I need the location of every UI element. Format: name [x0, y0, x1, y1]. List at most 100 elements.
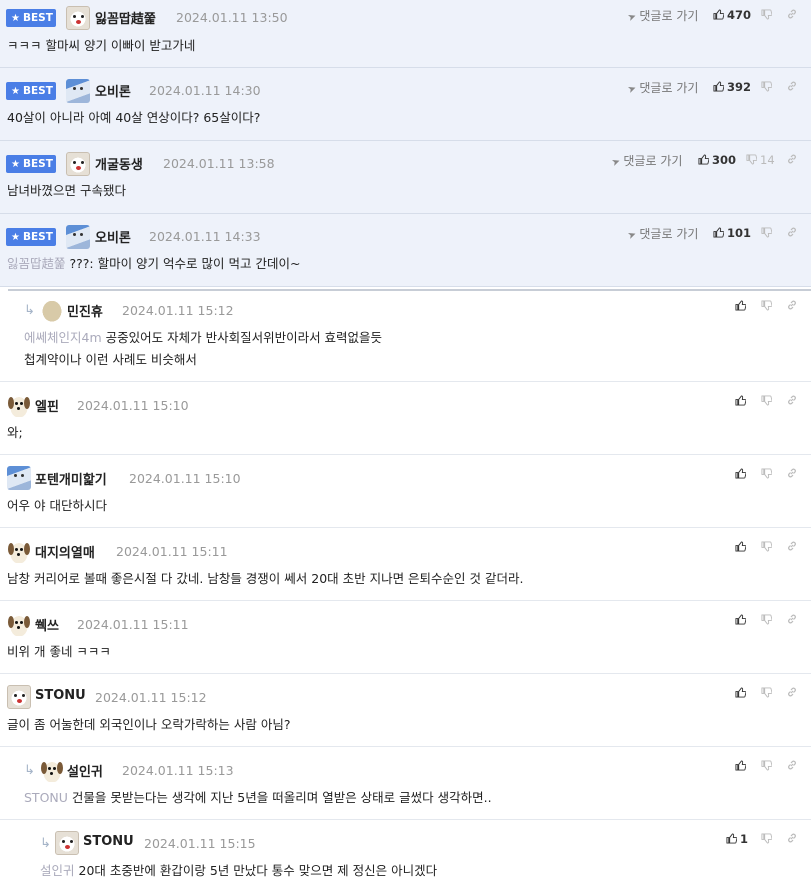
- downvote-button[interactable]: [760, 299, 775, 313]
- reply-arrow-icon: ↳: [24, 763, 35, 778]
- link-icon[interactable]: [786, 540, 798, 555]
- timestamp: 2024.01.11 15:12: [95, 690, 207, 705]
- nickname[interactable]: 엘핀: [35, 396, 59, 415]
- nickname[interactable]: 민진휴: [67, 301, 103, 320]
- nickname[interactable]: 개굴동생: [95, 154, 143, 173]
- downvote-button[interactable]: [760, 613, 775, 627]
- nickname[interactable]: STONU: [83, 834, 134, 849]
- nickname[interactable]: 오비론: [95, 227, 131, 246]
- nickname[interactable]: 포텐개미핥기: [35, 469, 107, 488]
- thumbs-down-icon: [760, 467, 772, 481]
- mention[interactable]: 잃꼼땁趌쭕: [7, 256, 66, 271]
- comment-body: 글이 좀 어눌한데 외국인이나 오락가락하는 사람 아님?: [7, 717, 291, 732]
- mention[interactable]: 설인귀: [40, 863, 75, 878]
- avatar[interactable]: [40, 298, 64, 322]
- link-icon[interactable]: [786, 153, 798, 168]
- thumbs-up-icon: [734, 759, 746, 773]
- mention[interactable]: STONU: [24, 790, 68, 805]
- downvote-button[interactable]: [760, 540, 775, 554]
- thumbs-down-icon: [745, 153, 757, 167]
- downvote-button[interactable]: 14: [745, 153, 775, 167]
- upvote-button[interactable]: [734, 686, 749, 700]
- comment: STONU 2024.01.11 15:12 글이 좀 어눌한데 외국인이나 오…: [0, 674, 811, 747]
- avatar[interactable]: [66, 6, 90, 30]
- comment-body: 40살이 아니라 아예 40살 연상이다? 65살이다?: [7, 110, 261, 125]
- goto-comment-link[interactable]: ➤댓글로 가기: [610, 152, 682, 170]
- upvote-button[interactable]: [734, 613, 749, 627]
- downvote-button[interactable]: [760, 832, 775, 846]
- avatar[interactable]: [40, 758, 64, 782]
- avatar[interactable]: [7, 539, 31, 563]
- mention[interactable]: 에쎄체인지4m: [24, 330, 102, 345]
- send-arrow-icon: ➤: [626, 10, 639, 25]
- timestamp: 2024.01.11 13:50: [176, 10, 288, 25]
- avatar[interactable]: [66, 79, 90, 103]
- upvote-button[interactable]: 101: [712, 226, 751, 240]
- upvote-button[interactable]: [734, 394, 749, 408]
- upvote-button[interactable]: 470: [712, 8, 751, 22]
- thumbs-up-icon: [734, 299, 746, 313]
- upvote-button[interactable]: 1: [725, 832, 748, 846]
- best-comment: ★ BEST 개굴동생 2024.01.11 13:58 ➤댓글로 가기 300 …: [0, 141, 811, 214]
- nickname[interactable]: 오비론: [95, 81, 131, 100]
- link-icon[interactable]: [786, 467, 798, 482]
- thumbs-up-icon: [725, 832, 737, 846]
- link-icon[interactable]: [786, 394, 798, 409]
- link-icon[interactable]: [786, 613, 798, 628]
- nickname[interactable]: 잃꼼땁趌쭕: [95, 8, 156, 27]
- goto-comment-link[interactable]: ➤댓글로 가기: [626, 7, 698, 25]
- avatar[interactable]: [66, 152, 90, 176]
- goto-comment-link[interactable]: ➤댓글로 가기: [626, 79, 698, 96]
- timestamp: 2024.01.11 15:15: [144, 836, 256, 851]
- thumbs-up-icon: [734, 613, 746, 627]
- nickname[interactable]: STONU: [35, 688, 86, 703]
- link-icon[interactable]: [786, 686, 798, 701]
- avatar[interactable]: [7, 466, 31, 490]
- reply-arrow-icon: ↳: [40, 836, 51, 851]
- avatar[interactable]: [66, 225, 90, 249]
- link-icon[interactable]: [786, 759, 798, 774]
- comment-body: ㅋㅋㅋ 할마씨 양기 이빠이 받고가네: [7, 38, 196, 53]
- downvote-button[interactable]: [760, 759, 775, 773]
- upvote-button[interactable]: [734, 299, 749, 313]
- avatar[interactable]: [7, 685, 31, 709]
- thumbs-down-icon: [760, 832, 772, 846]
- downvote-button[interactable]: [760, 686, 775, 700]
- link-icon[interactable]: [786, 8, 798, 23]
- avatar[interactable]: [7, 393, 31, 417]
- nickname[interactable]: 쒝쓰: [35, 615, 59, 634]
- upvote-button[interactable]: [734, 467, 749, 481]
- upvote-button[interactable]: [734, 759, 749, 773]
- comment-body-line-2: 첩계약이나 이런 사례도 비슷해서: [24, 352, 197, 367]
- send-arrow-icon: ➤: [610, 155, 623, 170]
- nickname[interactable]: 대지의열매: [35, 542, 95, 561]
- avatar[interactable]: [7, 612, 31, 636]
- timestamp: 2024.01.11 14:30: [149, 83, 261, 98]
- downvote-button[interactable]: [760, 80, 775, 94]
- upvote-button[interactable]: [734, 540, 749, 554]
- star-icon: ★: [11, 232, 20, 243]
- link-icon[interactable]: [786, 832, 798, 847]
- thumbs-up-icon: [712, 8, 724, 22]
- upvote-button[interactable]: 300: [697, 153, 736, 167]
- timestamp: 2024.01.11 15:12: [122, 303, 234, 318]
- link-icon[interactable]: [786, 299, 798, 314]
- downvote-button[interactable]: [760, 8, 775, 22]
- thumbs-up-icon: [697, 153, 709, 167]
- timestamp: 2024.01.11 15:11: [116, 544, 228, 559]
- best-comment: ★ BEST 오비론 2024.01.11 14:33 ➤댓글로 가기 101 잃…: [0, 214, 811, 287]
- timestamp: 2024.01.11 15:13: [122, 763, 234, 778]
- timestamp: 2024.01.11 14:33: [149, 229, 261, 244]
- downvote-button[interactable]: [760, 467, 775, 481]
- avatar[interactable]: [55, 831, 79, 855]
- link-icon[interactable]: [786, 80, 798, 95]
- downvote-button[interactable]: [760, 226, 775, 240]
- goto-comment-link[interactable]: ➤댓글로 가기: [626, 225, 698, 242]
- thumbs-down-icon: [760, 759, 772, 773]
- link-icon[interactable]: [786, 226, 798, 241]
- nickname[interactable]: 설인귀: [67, 761, 103, 780]
- comment-list: ★ BEST 잃꼼땁趌쭕 2024.01.11 13:50 ➤댓글로 가기 470…: [0, 0, 811, 891]
- downvote-button[interactable]: [760, 394, 775, 408]
- upvote-button[interactable]: 392: [712, 80, 751, 94]
- comment: 대지의열매 2024.01.11 15:11 남창 커리어로 볼때 좋은시절 다…: [0, 528, 811, 601]
